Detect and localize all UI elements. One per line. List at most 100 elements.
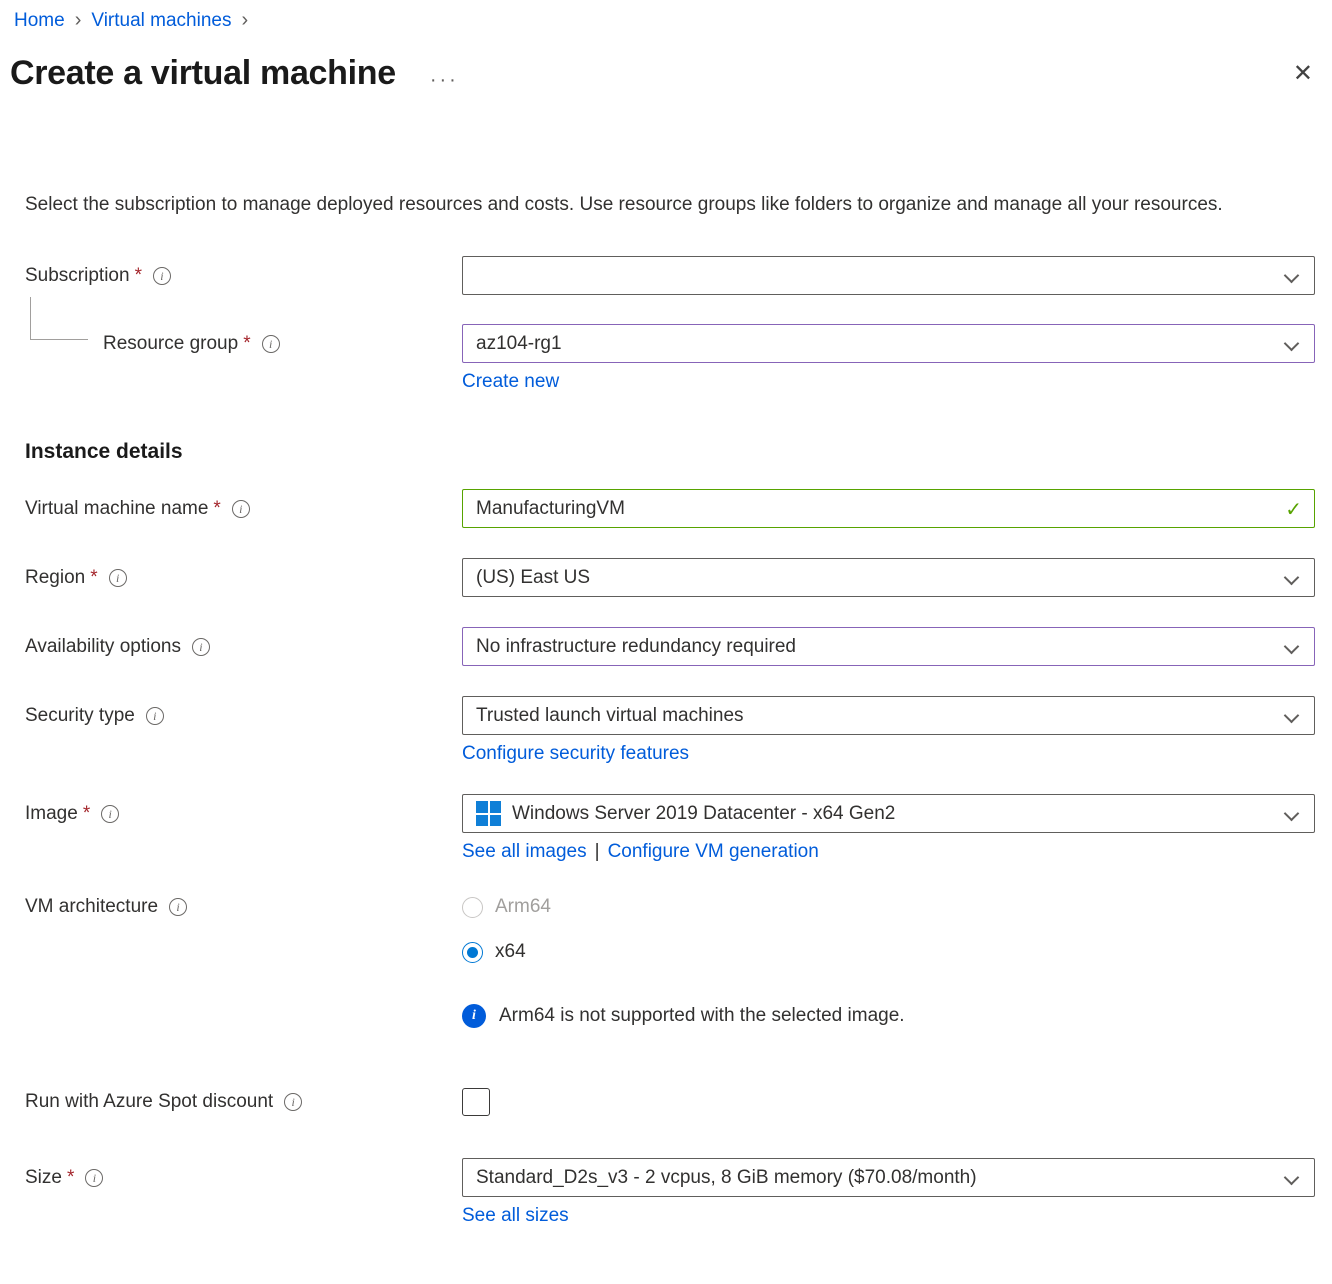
vm-name-label: Virtual machine name bbox=[25, 498, 208, 520]
valid-check-icon: ✓ bbox=[1285, 497, 1302, 522]
info-icon[interactable]: i bbox=[146, 707, 164, 725]
security-type-value: Trusted launch virtual machines bbox=[476, 705, 1272, 727]
vm-name-row: Virtual machine name * i ✓ bbox=[25, 489, 1315, 528]
close-button[interactable]: ✕ bbox=[1291, 62, 1315, 86]
required-asterisk: * bbox=[90, 567, 97, 589]
instance-details-heading: Instance details bbox=[25, 440, 1315, 464]
region-label: Region bbox=[25, 567, 85, 589]
subscription-label: Subscription bbox=[25, 265, 130, 287]
configure-vm-generation-link[interactable]: Configure VM generation bbox=[608, 841, 819, 863]
info-filled-icon: i bbox=[462, 1004, 486, 1028]
radio-label-x64: x64 bbox=[495, 941, 526, 963]
subscription-dropdown[interactable] bbox=[462, 256, 1315, 295]
tree-connector-line bbox=[30, 297, 88, 340]
info-icon[interactable]: i bbox=[109, 569, 127, 587]
chevron-down-icon bbox=[1284, 1171, 1300, 1185]
image-label-cell: Image * i bbox=[25, 803, 462, 825]
info-icon[interactable]: i bbox=[232, 500, 250, 518]
page-title: Create a virtual machine bbox=[10, 54, 396, 93]
region-label-cell: Region * i bbox=[25, 567, 462, 589]
azure-spot-checkbox[interactable] bbox=[462, 1088, 490, 1116]
radio-label-arm64: Arm64 bbox=[495, 896, 551, 918]
see-all-images-link[interactable]: See all images bbox=[462, 841, 587, 863]
availability-label-cell: Availability options i bbox=[25, 636, 462, 658]
image-value: Windows Server 2019 Datacenter - x64 Gen… bbox=[512, 803, 1272, 825]
size-value: Standard_D2s_v3 - 2 vcpus, 8 GiB memory … bbox=[476, 1167, 1272, 1189]
availability-options-value: No infrastructure redundancy required bbox=[476, 636, 1272, 658]
vm-architecture-radio-group: Arm64 x64 bbox=[462, 891, 1315, 968]
close-icon: ✕ bbox=[1293, 60, 1313, 87]
configure-security-features-link[interactable]: Configure security features bbox=[462, 743, 689, 765]
vm-name-input[interactable] bbox=[462, 489, 1315, 528]
size-label: Size bbox=[25, 1167, 62, 1189]
create-new-resource-group-link[interactable]: Create new bbox=[462, 371, 559, 393]
vm-architecture-label-cell: VM architecture i bbox=[25, 891, 462, 923]
breadcrumb-link-virtual-machines[interactable]: Virtual machines bbox=[91, 10, 231, 32]
info-icon[interactable]: i bbox=[169, 898, 187, 916]
chevron-down-icon bbox=[1284, 571, 1300, 585]
required-asterisk: * bbox=[83, 803, 90, 825]
size-dropdown[interactable]: Standard_D2s_v3 - 2 vcpus, 8 GiB memory … bbox=[462, 1158, 1315, 1197]
security-type-row: Security type i Trusted launch virtual m… bbox=[25, 696, 1315, 735]
subscription-row: Subscription * i bbox=[25, 256, 1315, 295]
region-value: (US) East US bbox=[476, 567, 1272, 589]
vm-architecture-label: VM architecture bbox=[25, 896, 158, 918]
breadcrumb-chevron-icon: › bbox=[241, 9, 248, 32]
required-asterisk: * bbox=[213, 498, 220, 520]
resource-group-row: Resource group * i az104-rg1 bbox=[25, 324, 1315, 363]
create-vm-page: Home › Virtual machines › Create a virtu… bbox=[0, 0, 1332, 1284]
image-label: Image bbox=[25, 803, 78, 825]
azure-spot-label-cell: Run with Azure Spot discount i bbox=[25, 1091, 462, 1113]
info-icon[interactable]: i bbox=[262, 335, 280, 353]
region-row: Region * i (US) East US bbox=[25, 558, 1315, 597]
radio-option-x64[interactable]: x64 bbox=[462, 936, 1315, 968]
intro-text: Select the subscription to manage deploy… bbox=[25, 189, 1292, 220]
info-icon[interactable]: i bbox=[85, 1169, 103, 1187]
required-asterisk: * bbox=[135, 265, 142, 287]
more-options-button[interactable]: ··· bbox=[430, 69, 459, 92]
size-row: Size * i Standard_D2s_v3 - 2 vcpus, 8 Gi… bbox=[25, 1158, 1315, 1197]
chevron-down-icon bbox=[1284, 709, 1300, 723]
page-header: Create a virtual machine ··· ✕ bbox=[10, 54, 1315, 93]
azure-spot-label: Run with Azure Spot discount bbox=[25, 1091, 273, 1113]
subscription-label-cell: Subscription * i bbox=[25, 265, 462, 287]
region-dropdown[interactable]: (US) East US bbox=[462, 558, 1315, 597]
info-icon[interactable]: i bbox=[153, 267, 171, 285]
image-dropdown[interactable]: Windows Server 2019 Datacenter - x64 Gen… bbox=[462, 794, 1315, 833]
breadcrumb: Home › Virtual machines › bbox=[0, 0, 1332, 32]
azure-spot-row: Run with Azure Spot discount i bbox=[25, 1088, 1315, 1116]
breadcrumb-chevron-icon: › bbox=[75, 9, 82, 32]
chevron-down-icon bbox=[1284, 807, 1300, 821]
chevron-down-icon bbox=[1284, 640, 1300, 654]
arm64-info-message: i Arm64 is not supported with the select… bbox=[462, 1004, 1332, 1028]
security-type-dropdown[interactable]: Trusted launch virtual machines bbox=[462, 696, 1315, 735]
info-icon[interactable]: i bbox=[284, 1093, 302, 1111]
resource-group-label: Resource group bbox=[103, 333, 238, 355]
vm-architecture-row: VM architecture i Arm64 x64 bbox=[25, 891, 1315, 968]
security-type-label-cell: Security type i bbox=[25, 705, 462, 727]
required-asterisk: * bbox=[243, 333, 250, 355]
breadcrumb-link-home[interactable]: Home bbox=[14, 10, 65, 32]
info-icon[interactable]: i bbox=[101, 805, 119, 823]
radio-option-arm64[interactable]: Arm64 bbox=[462, 891, 1315, 923]
project-details-section: Subscription * i Resource group * i az10… bbox=[0, 256, 1332, 393]
windows-logo-icon bbox=[476, 801, 501, 826]
resource-group-value: az104-rg1 bbox=[476, 333, 1272, 355]
availability-options-row: Availability options i No infrastructure… bbox=[25, 627, 1315, 666]
availability-options-dropdown[interactable]: No infrastructure redundancy required bbox=[462, 627, 1315, 666]
link-separator: | bbox=[595, 841, 600, 862]
chevron-down-icon bbox=[1284, 269, 1300, 283]
vm-name-label-cell: Virtual machine name * i bbox=[25, 498, 462, 520]
size-label-cell: Size * i bbox=[25, 1167, 462, 1189]
info-message-text: Arm64 is not supported with the selected… bbox=[499, 1005, 905, 1027]
info-icon[interactable]: i bbox=[192, 638, 210, 656]
required-asterisk: * bbox=[67, 1167, 74, 1189]
resource-group-label-cell: Resource group * i bbox=[25, 333, 462, 355]
image-row: Image * i Windows Server 2019 Datacenter… bbox=[25, 794, 1315, 833]
security-type-label: Security type bbox=[25, 705, 135, 727]
radio-button-icon bbox=[462, 897, 483, 918]
radio-button-icon bbox=[462, 942, 483, 963]
resource-group-dropdown[interactable]: az104-rg1 bbox=[462, 324, 1315, 363]
see-all-sizes-link[interactable]: See all sizes bbox=[462, 1205, 569, 1227]
chevron-down-icon bbox=[1284, 337, 1300, 351]
